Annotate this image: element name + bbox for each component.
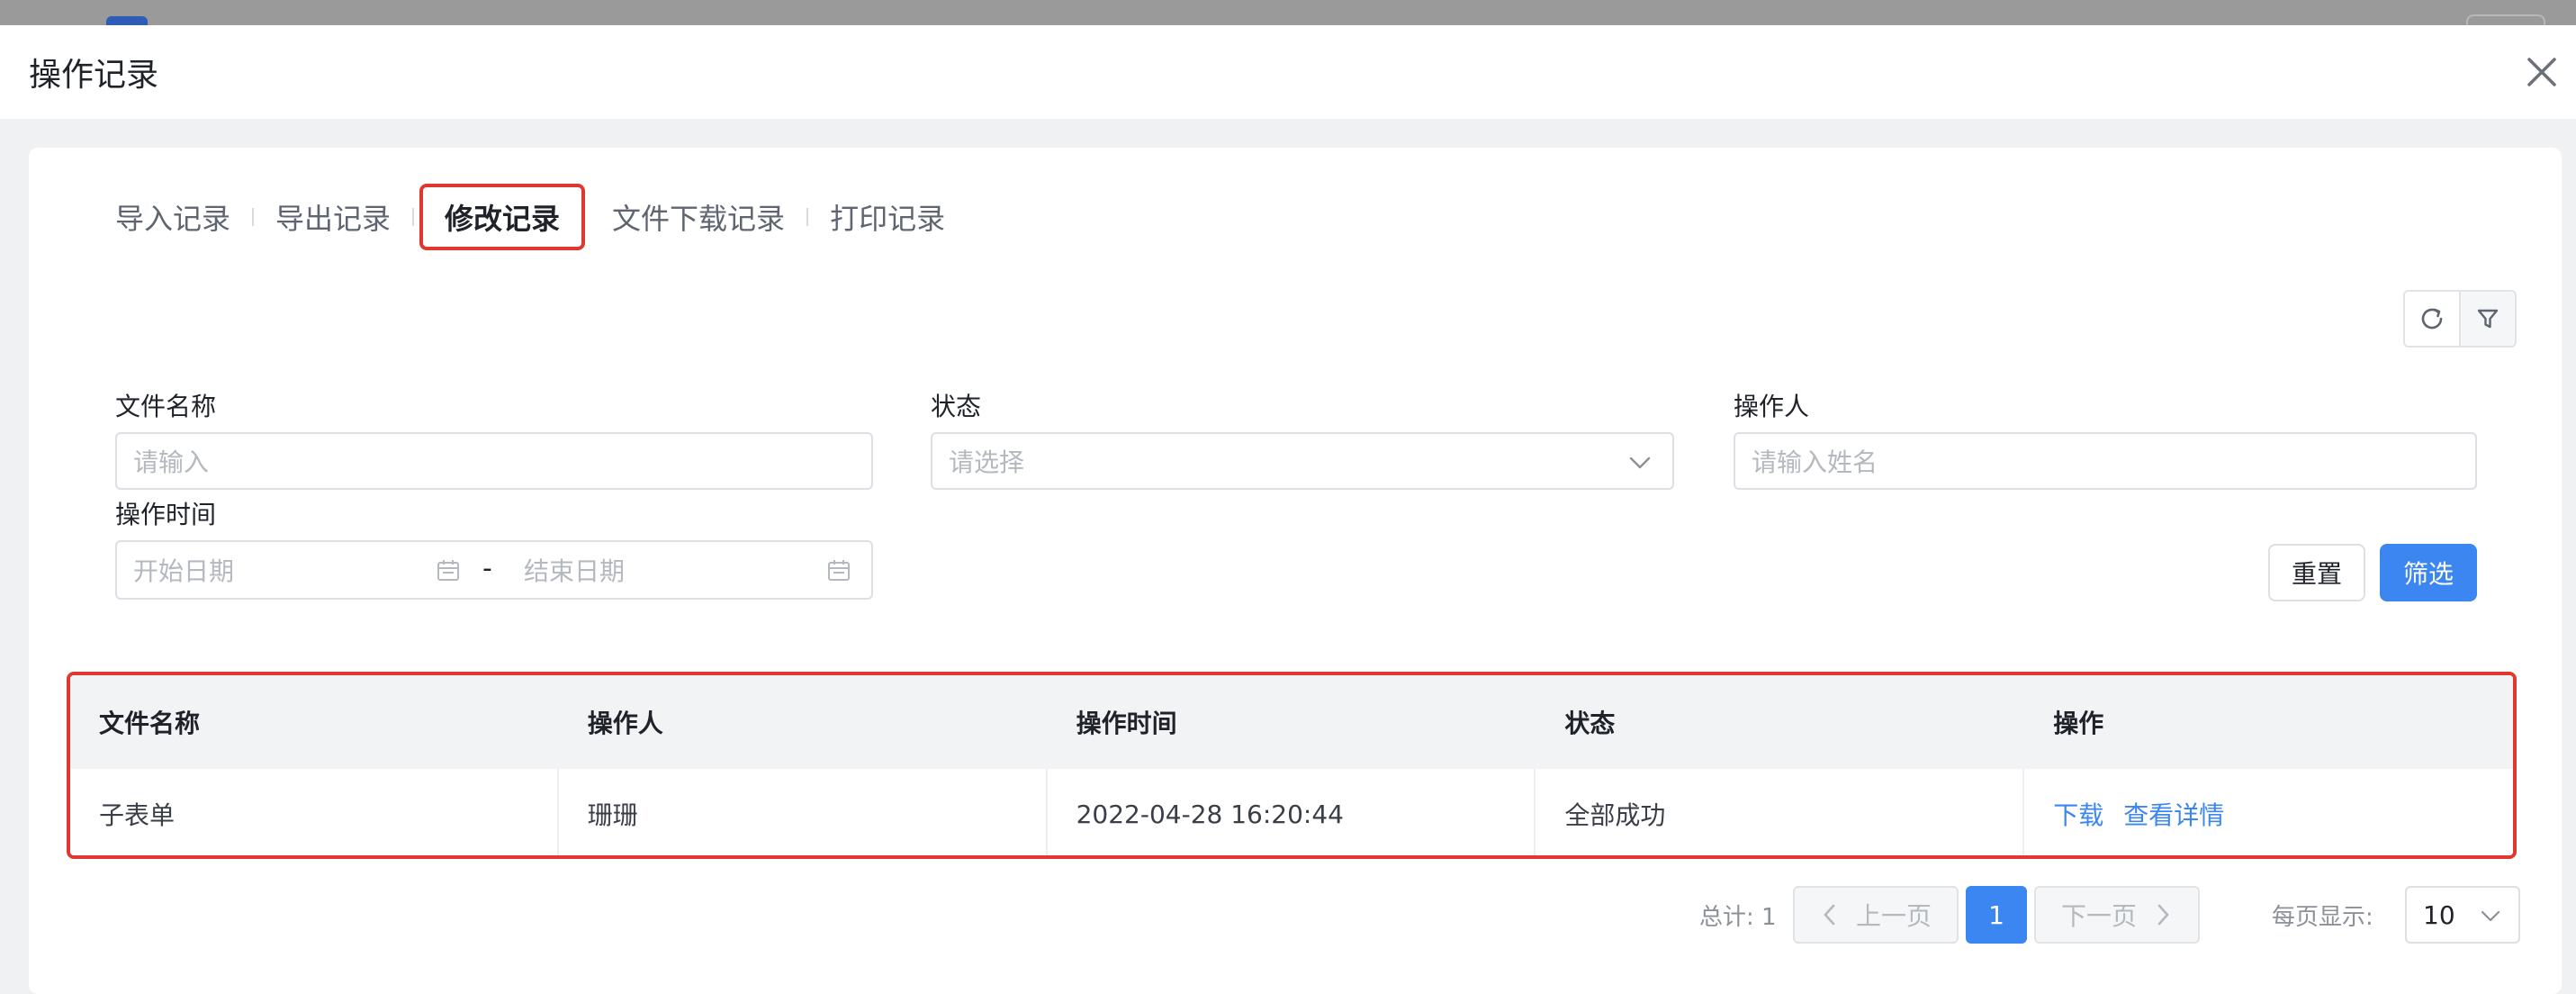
refresh-icon [2421,308,2443,330]
total-count: 总计: 1 [1699,903,1777,931]
operation-log-modal: 操作记录 导入记录 导出记录 修改记录 文件下载记录 打印记录 文件名称 请输入… [0,25,2576,994]
column-header-time: 操作时间 [1076,709,1177,738]
calendar-icon [828,560,850,581]
file-name-placeholder: 请输入 [133,447,210,477]
page-size-select[interactable]: 10 [2405,886,2520,944]
tab-import-records[interactable]: 导入记录 [94,196,252,238]
prev-page-button[interactable]: 上一页 [1793,886,1959,944]
download-link[interactable]: 下载 [2053,796,2103,832]
status-select[interactable]: 请选择 [931,432,1674,490]
background-tab [106,16,148,25]
start-date-input[interactable]: 开始日期 [133,542,234,598]
tab-divider [412,208,415,226]
tab-modify-records[interactable]: 修改记录 [419,184,586,250]
record-tabs: 导入记录 导出记录 修改记录 文件下载记录 打印记录 [94,184,967,250]
operator-input[interactable]: 请输入姓名 [1734,432,2477,490]
cell-operator: 珊珊 [559,769,1048,855]
chevron-down-icon [1629,456,1651,469]
date-range-separator: - [482,553,492,584]
end-date-input[interactable]: 结束日期 [524,542,625,598]
current-page-button[interactable]: 1 [1966,886,2027,944]
refresh-button[interactable] [2405,292,2459,346]
file-name-input[interactable]: 请输入 [115,432,873,490]
date-range-picker[interactable]: 开始日期 - 结束日期 [115,540,873,600]
column-header-actions: 操作 [2053,709,2104,738]
background-topbar [0,0,2576,27]
column-header-operator: 操作人 [587,709,663,738]
table-row: 子表单 珊珊 2022-04-28 16:20:44 全部成功 下载 查看详情 [70,769,2513,855]
reset-button[interactable]: 重置 [2268,544,2365,601]
records-card: 导入记录 导出记录 修改记录 文件下载记录 打印记录 文件名称 请输入 状态 请… [29,148,2562,994]
page-size-label: 每页显示: [2272,903,2373,931]
next-page-label: 下一页 [2060,901,2137,931]
status-placeholder: 请选择 [949,447,1025,477]
column-header-file-name: 文件名称 [99,709,201,738]
chevron-left-icon [1824,904,1835,926]
operator-placeholder: 请输入姓名 [1752,447,1878,477]
tab-print-records[interactable]: 打印记录 [808,196,967,238]
filter-button[interactable]: 筛选 [2380,544,2477,601]
column-header-status: 状态 [1564,709,1616,738]
cell-status: 全部成功 [1536,769,2025,855]
table-header: 文件名称 操作人 操作时间 状态 操作 [70,675,2513,769]
file-name-label: 文件名称 [115,392,217,421]
cell-file-name: 子表单 [70,769,559,855]
chevron-right-icon [2157,904,2169,926]
next-page-button[interactable]: 下一页 [2034,886,2200,944]
close-icon [2527,58,2556,86]
page-size-value: 10 [2423,899,2455,930]
tab-export-records[interactable]: 导出记录 [254,196,412,238]
chevron-down-icon [2481,910,2500,922]
filter-toggle-button[interactable] [2459,292,2515,346]
records-table: 文件名称 操作人 操作时间 状态 操作 子表单 珊珊 2022-04-28 16… [67,672,2517,859]
cell-time: 2022-04-28 16:20:44 [1048,769,1536,855]
tab-file-download-records[interactable]: 文件下载记录 [590,196,806,238]
modal-title: 操作记录 [29,57,159,94]
calendar-icon [437,560,459,581]
prev-page-label: 上一页 [1855,901,1932,931]
operation-time-label: 操作时间 [115,500,217,529]
modal-header: 操作记录 [0,25,2576,119]
close-button[interactable] [2518,49,2565,95]
status-label: 状态 [931,392,982,421]
operator-label: 操作人 [1734,392,1810,421]
filter-icon [2477,309,2499,329]
view-details-link[interactable]: 查看详情 [2123,796,2224,832]
cell-actions: 下载 查看详情 [2024,769,2513,855]
table-toolbar [2403,290,2517,348]
